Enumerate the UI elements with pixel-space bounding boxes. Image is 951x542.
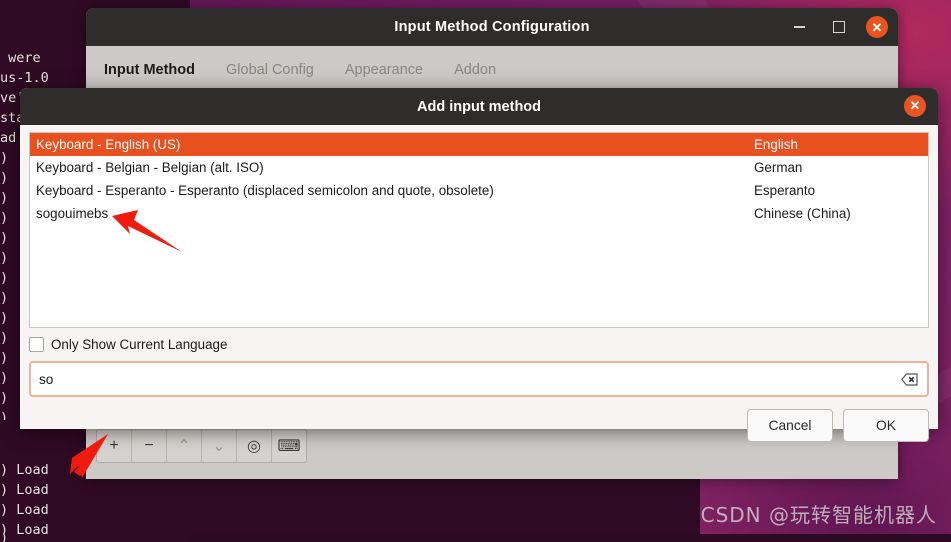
search-input-value: so — [39, 371, 54, 387]
table-row[interactable]: Keyboard - Belgian - Belgian (alt. ISO) … — [30, 156, 928, 179]
tab-global-config-label: Global Config — [226, 62, 314, 78]
maximize-icon[interactable] — [826, 14, 852, 40]
minimize-icon[interactable] — [786, 14, 812, 40]
add-input-method-dialog: Add input method ✕ Keyboard - English (U… — [20, 88, 938, 442]
ok-button[interactable]: OK — [843, 409, 929, 442]
checkbox-box[interactable] — [29, 337, 44, 352]
input-method-name: Keyboard - English (US) — [36, 137, 181, 152]
input-method-name: Keyboard - Esperanto - Esperanto (displa… — [36, 183, 494, 198]
input-method-language: Esperanto — [754, 183, 816, 198]
only-show-current-language-checkbox[interactable]: Only Show Current Language — [29, 337, 929, 352]
close-icon[interactable]: ✕ — [866, 16, 888, 38]
table-row[interactable]: Keyboard - English (US) English — [30, 133, 928, 156]
window-controls: ✕ — [786, 8, 888, 46]
window-title: Input Method Configuration — [394, 19, 590, 35]
watermark: CSDN @玩转智能机器人 — [700, 503, 937, 527]
clear-icon[interactable] — [899, 371, 919, 387]
dialog-body: Keyboard - English (US) English Keyboard… — [20, 125, 938, 397]
input-method-name: Keyboard - Belgian - Belgian (alt. ISO) — [36, 160, 264, 175]
input-method-list[interactable]: Keyboard - English (US) English Keyboard… — [29, 132, 929, 328]
input-method-name: sogouimebs — [36, 206, 109, 221]
input-method-language: English — [754, 137, 798, 152]
tab-appearance-label: Appearance — [344, 62, 424, 78]
input-method-language: Chinese (China) — [754, 206, 851, 221]
search-input[interactable]: so — [29, 361, 929, 397]
clear-icon-svg — [900, 372, 918, 386]
tab-input-method-label: Input Method — [104, 62, 196, 78]
cancel-button[interactable]: Cancel — [747, 409, 833, 442]
main-titlebar[interactable]: Input Method Configuration ✕ — [86, 8, 898, 46]
dialog-close-icon[interactable]: ✕ — [904, 95, 926, 117]
table-row[interactable]: Keyboard - Esperanto - Esperanto (displa… — [30, 179, 928, 202]
only-show-current-language-label: Only Show Current Language — [51, 337, 228, 352]
dialog-button-row: Cancel OK — [20, 409, 938, 442]
dialog-titlebar[interactable]: Add input method ✕ — [20, 88, 938, 125]
input-method-language: German — [754, 160, 803, 175]
table-row[interactable]: sogouimebs Chinese (China) — [30, 202, 928, 225]
tab-addon-label: Addon — [454, 62, 497, 78]
dialog-title: Add input method — [416, 98, 542, 115]
